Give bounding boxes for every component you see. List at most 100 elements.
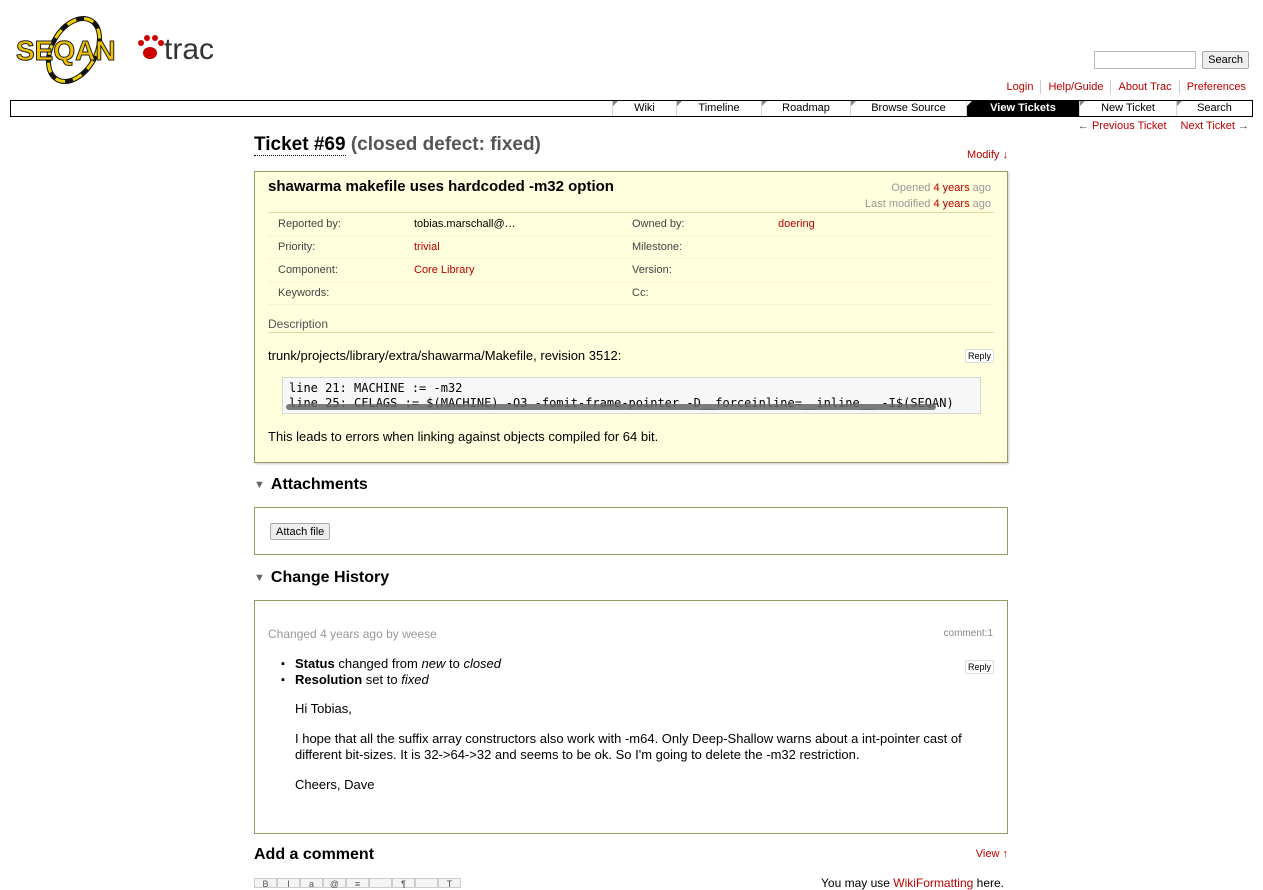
change-verb: to: [448, 656, 460, 671]
comment-body: Hi Tobias, I hope that all the suffix ar…: [295, 701, 995, 807]
nav-view-tickets[interactable]: View Tickets: [966, 101, 1079, 116]
opened-age-link[interactable]: 4 years: [934, 182, 970, 194]
nav-new-ticket[interactable]: New Ticket: [1079, 101, 1176, 116]
nav-timeline[interactable]: Timeline: [676, 101, 761, 116]
ticket-number[interactable]: Ticket #69: [254, 134, 346, 156]
component-link[interactable]: Core Library: [414, 264, 475, 276]
view-link[interactable]: View ↑: [976, 848, 1008, 860]
change-history-title: Change History: [270, 569, 390, 586]
changed-age-link[interactable]: 4 years ago: [320, 627, 383, 641]
change-new-value: fixed: [401, 672, 429, 687]
header-search: Search: [1094, 51, 1249, 69]
bold-icon[interactable]: B: [254, 878, 277, 889]
main-navigation: Wiki Timeline Roadmap Browse Source View…: [10, 100, 1253, 117]
attachments-heading[interactable]: ▼ Attachments: [254, 476, 368, 494]
code-icon[interactable]: [369, 878, 392, 888]
logo-trac-text: trac: [164, 33, 214, 66]
change-verb: changed from: [338, 656, 418, 671]
search-button[interactable]: Search: [1202, 51, 1249, 69]
nav-roadmap[interactable]: Roadmap: [761, 101, 850, 116]
prop-label: Priority:: [278, 241, 316, 253]
changed-label: Changed: [268, 627, 317, 641]
note-text: here.: [976, 876, 1004, 890]
note-text: You may use: [821, 876, 890, 890]
change-field: Status: [295, 656, 335, 671]
previous-ticket-link[interactable]: Previous Ticket: [1092, 120, 1167, 132]
wiki-formatting-link[interactable]: WikiFormatting: [893, 876, 973, 890]
paw-icon: [138, 35, 164, 59]
wiki-formatting-note: You may use WikiFormatting here.: [821, 876, 1004, 890]
attach-file-button[interactable]: Attach file: [270, 523, 331, 540]
prop-label: Owned by:: [632, 218, 685, 230]
prop-row: Component: Core Library Version:: [268, 259, 994, 282]
priority-link[interactable]: trivial: [414, 241, 440, 253]
change-item: Status changed from new to closed: [295, 656, 501, 672]
changed-by: by weese: [386, 627, 437, 641]
ticket-title: Ticket #69 (closed defect: fixed): [254, 134, 541, 156]
change-header: Changed 4 years ago by weese: [268, 627, 437, 641]
collapse-triangle-icon: ▼: [254, 572, 265, 584]
change-history-heading[interactable]: ▼ Change History: [254, 569, 389, 587]
hr-icon[interactable]: [415, 878, 438, 888]
prop-value: [778, 259, 994, 281]
description-text: trunk/projects/library/extra/shawarma/Ma…: [268, 348, 622, 363]
comment-anchor-link[interactable]: comment:1: [944, 628, 993, 639]
prop-row: Keywords: Cc:: [268, 282, 994, 305]
login-link[interactable]: Login: [1000, 80, 1041, 94]
preferences-link[interactable]: Preferences: [1178, 80, 1249, 94]
wiki-toolbar: B I a @ ≡ ¶ T: [254, 878, 461, 889]
prop-row: Reported by: tobias.marschall@… Owned by…: [268, 213, 994, 236]
prop-row: Priority: trivial Milestone:: [268, 236, 994, 259]
attachments-title: Attachments: [270, 476, 368, 493]
change-new-value: closed: [463, 656, 502, 671]
opened-label: Opened: [891, 182, 931, 194]
link-icon[interactable]: @: [323, 878, 346, 889]
context-navigation: ← Previous Ticket Next Ticket →: [1078, 120, 1249, 132]
prop-label: Milestone:: [632, 241, 683, 253]
italic-icon[interactable]: I: [277, 878, 300, 889]
nav-browse-source[interactable]: Browse Source: [850, 101, 966, 116]
ticket-status: (closed defect: fixed): [350, 134, 541, 155]
comment-text: I hope that all the suffix array constru…: [295, 731, 962, 762]
search-input[interactable]: [1094, 51, 1197, 69]
code-block[interactable]: line 21: MACHINE := -m32 line 25: CFLAGS …: [282, 377, 981, 414]
paragraph-icon[interactable]: ¶: [392, 878, 415, 889]
heading-icon[interactable]: ≡: [346, 878, 369, 889]
modified-age-link[interactable]: 4 years: [934, 198, 970, 210]
reply-button[interactable]: Reply: [964, 660, 994, 674]
description-heading: Description: [268, 317, 994, 333]
collapse-triangle-icon: ▼: [254, 479, 265, 491]
about-trac-link[interactable]: About Trac: [1110, 80, 1178, 94]
change-history-box: Changed 4 years ago by weese comment:1 R…: [254, 600, 1008, 834]
prop-label: Reported by:: [278, 218, 341, 230]
underline-icon[interactable]: a: [300, 878, 323, 889]
reply-button[interactable]: Reply: [964, 349, 994, 363]
comment-signoff: Cheers, Dave: [295, 777, 375, 792]
seqan-trac-logo[interactable]: SEQAN trac: [14, 10, 229, 84]
code-scrollbar[interactable]: [286, 404, 936, 410]
left-arrow-icon: ←: [1077, 120, 1089, 132]
nav-wiki[interactable]: Wiki: [612, 101, 676, 116]
modified-label: Last modified: [865, 198, 931, 210]
owner-link[interactable]: doering: [778, 218, 815, 230]
prop-value: [414, 282, 632, 304]
table-icon[interactable]: T: [438, 878, 461, 889]
prop-label: Version:: [632, 264, 672, 276]
nav-search[interactable]: Search: [1176, 101, 1252, 116]
prop-value: tobias.marschall@…: [414, 218, 516, 230]
right-arrow-icon: →: [1238, 120, 1249, 132]
ticket-details-box: shawarma makefile uses hardcoded -m32 op…: [254, 171, 1008, 463]
help-guide-link[interactable]: Help/Guide: [1040, 80, 1110, 94]
description-text: This leads to errors when linking agains…: [268, 429, 659, 444]
change-old-value: new: [421, 656, 446, 671]
metanav: Login Help/Guide About Trac Preferences: [1000, 80, 1249, 94]
opened-suffix: ago: [972, 182, 991, 194]
next-ticket-link[interactable]: Next Ticket: [1181, 120, 1235, 132]
code-line: line 21: MACHINE := -m32: [289, 381, 463, 395]
attachments-box: Attach file: [254, 507, 1008, 555]
prop-label: Cc:: [632, 287, 649, 299]
comment-greeting: Hi Tobias,: [295, 701, 352, 716]
change-list: Status changed from new to closed Resolu…: [295, 656, 501, 688]
modify-link[interactable]: Modify ↓: [967, 149, 1008, 161]
logo-seqan-text: SEQAN: [16, 35, 116, 66]
